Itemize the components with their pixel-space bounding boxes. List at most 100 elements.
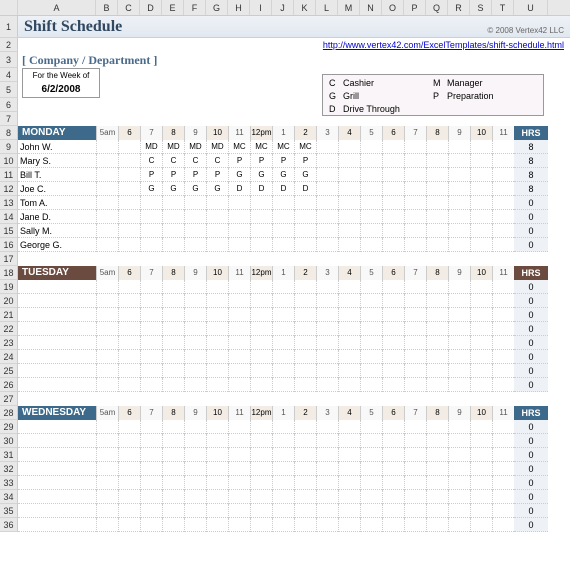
shift-cell[interactable] (228, 294, 250, 308)
hours-cell[interactable]: 0 (514, 490, 548, 504)
shift-cell[interactable] (294, 196, 316, 210)
shift-cell[interactable] (448, 322, 470, 336)
shift-cell[interactable] (426, 378, 448, 392)
shift-cell[interactable] (382, 518, 404, 532)
shift-cell[interactable] (470, 280, 492, 294)
shift-cell[interactable] (382, 448, 404, 462)
shift-cell[interactable] (96, 196, 118, 210)
shift-cell[interactable] (448, 280, 470, 294)
employee-name-cell[interactable]: Sally M. (18, 224, 96, 238)
time-header[interactable]: 12pm (250, 266, 272, 280)
row-header[interactable]: 6 (0, 98, 18, 112)
employee-name-cell[interactable]: Jane D. (18, 210, 96, 224)
shift-cell[interactable] (426, 504, 448, 518)
shift-cell[interactable] (162, 462, 184, 476)
hours-cell[interactable]: 0 (514, 308, 548, 322)
shift-cell[interactable] (272, 364, 294, 378)
hours-cell[interactable]: 0 (514, 322, 548, 336)
row-header[interactable]: 15 (0, 224, 18, 238)
shift-cell[interactable] (118, 350, 140, 364)
shift-cell[interactable] (294, 518, 316, 532)
shift-cell[interactable] (338, 364, 360, 378)
shift-cell[interactable] (272, 504, 294, 518)
hours-cell[interactable]: 0 (514, 476, 548, 490)
day-label-monday[interactable]: MONDAY (18, 126, 96, 140)
time-header[interactable]: 11 (492, 266, 514, 280)
hours-cell[interactable]: 0 (514, 504, 548, 518)
shift-cell[interactable]: G (206, 182, 228, 196)
shift-cell[interactable] (272, 350, 294, 364)
shift-cell[interactable] (206, 420, 228, 434)
shift-cell[interactable]: MD (162, 140, 184, 154)
row-header[interactable]: 34 (0, 490, 18, 504)
hours-cell[interactable]: 0 (514, 336, 548, 350)
employee-name-cell[interactable] (18, 476, 96, 490)
shift-cell[interactable] (294, 224, 316, 238)
shift-cell[interactable] (250, 336, 272, 350)
row-header[interactable]: 14 (0, 210, 18, 224)
shift-cell[interactable] (96, 490, 118, 504)
col-header[interactable]: E (162, 0, 184, 15)
shift-cell[interactable] (162, 490, 184, 504)
shift-cell[interactable] (140, 476, 162, 490)
shift-cell[interactable] (360, 140, 382, 154)
shift-cell[interactable] (448, 518, 470, 532)
shift-cell[interactable] (206, 476, 228, 490)
shift-cell[interactable] (492, 518, 514, 532)
time-header[interactable]: 4 (338, 266, 360, 280)
time-header[interactable]: 7 (404, 266, 426, 280)
shift-cell[interactable] (360, 154, 382, 168)
shift-cell[interactable] (426, 434, 448, 448)
row-header[interactable]: 16 (0, 238, 18, 252)
shift-cell[interactable] (140, 210, 162, 224)
hours-cell[interactable]: 0 (514, 518, 548, 532)
shift-cell[interactable] (184, 518, 206, 532)
employee-name-cell[interactable]: Bill T. (18, 168, 96, 182)
employee-name-cell[interactable] (18, 350, 96, 364)
shift-cell[interactable] (426, 336, 448, 350)
time-header[interactable]: 8 (162, 266, 184, 280)
shift-cell[interactable] (382, 140, 404, 154)
shift-cell[interactable] (404, 504, 426, 518)
time-header[interactable]: 5 (360, 266, 382, 280)
employee-name-cell[interactable] (18, 490, 96, 504)
employee-name-cell[interactable] (18, 518, 96, 532)
col-header[interactable]: N (360, 0, 382, 15)
shift-cell[interactable] (96, 154, 118, 168)
employee-name-cell[interactable]: John W. (18, 140, 96, 154)
time-header[interactable]: 3 (316, 406, 338, 420)
shift-cell[interactable] (140, 490, 162, 504)
shift-cell[interactable] (184, 294, 206, 308)
shift-cell[interactable] (316, 308, 338, 322)
shift-cell[interactable] (448, 462, 470, 476)
hours-cell[interactable]: 0 (514, 294, 548, 308)
shift-cell[interactable]: MC (272, 140, 294, 154)
shift-cell[interactable]: G (228, 168, 250, 182)
hours-cell[interactable]: 8 (514, 168, 548, 182)
shift-cell[interactable] (338, 518, 360, 532)
shift-cell[interactable] (206, 504, 228, 518)
shift-cell[interactable] (250, 196, 272, 210)
shift-cell[interactable] (96, 140, 118, 154)
shift-cell[interactable] (426, 420, 448, 434)
shift-cell[interactable] (272, 518, 294, 532)
shift-cell[interactable] (338, 224, 360, 238)
shift-cell[interactable] (206, 308, 228, 322)
shift-cell[interactable] (404, 210, 426, 224)
shift-cell[interactable] (162, 448, 184, 462)
shift-cell[interactable] (118, 336, 140, 350)
time-header[interactable]: 7 (140, 266, 162, 280)
shift-cell[interactable] (96, 308, 118, 322)
shift-cell[interactable] (118, 154, 140, 168)
shift-cell[interactable] (96, 224, 118, 238)
shift-cell[interactable] (338, 350, 360, 364)
shift-cell[interactable] (360, 322, 382, 336)
shift-cell[interactable] (382, 238, 404, 252)
time-header[interactable]: 1 (272, 266, 294, 280)
shift-cell[interactable] (338, 504, 360, 518)
shift-cell[interactable] (250, 280, 272, 294)
shift-cell[interactable] (448, 350, 470, 364)
shift-cell[interactable] (426, 154, 448, 168)
shift-cell[interactable] (338, 378, 360, 392)
shift-cell[interactable] (162, 294, 184, 308)
